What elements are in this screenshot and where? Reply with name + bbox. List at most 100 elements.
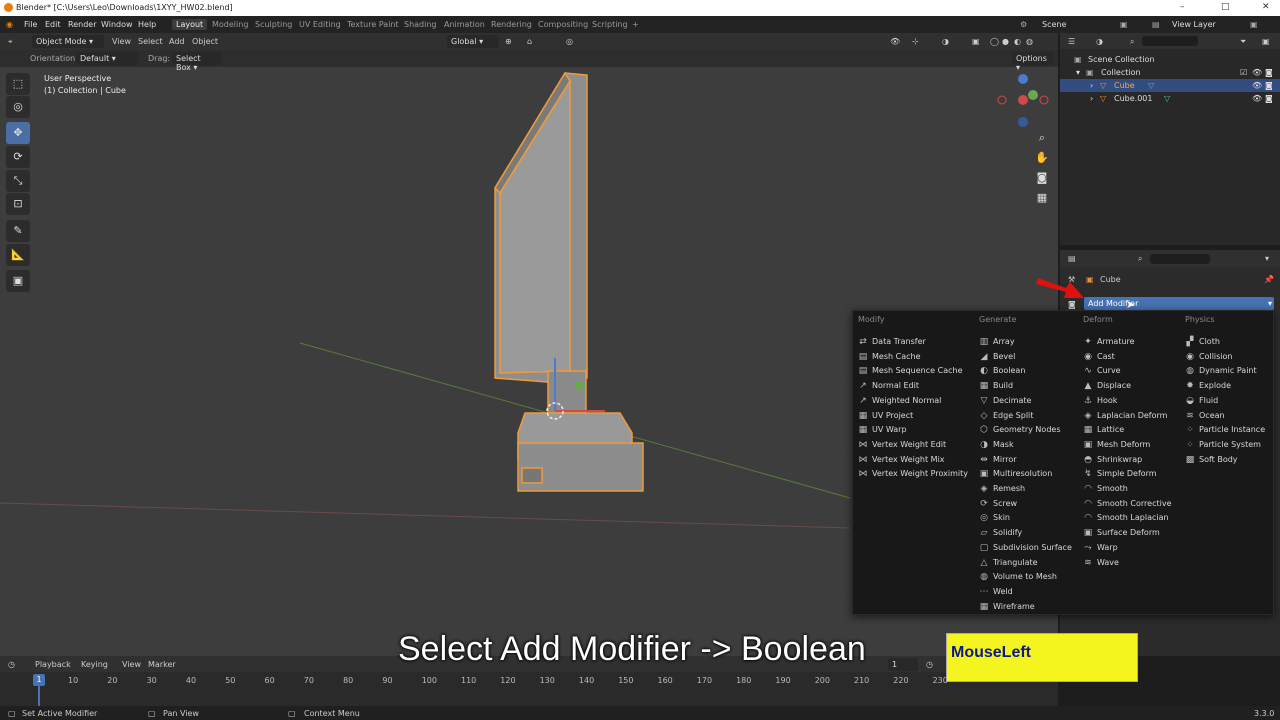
move-tool-icon[interactable]: ✥	[6, 122, 30, 144]
tab-modeling[interactable]: Modeling	[212, 20, 248, 29]
modifier-item-wave[interactable]: ≋ Wave	[1083, 557, 1183, 571]
modifier-item-boolean[interactable]: ◐ Boolean	[979, 365, 1079, 379]
menu-help[interactable]: Help	[138, 20, 156, 29]
outliner-editor-icon[interactable]: ☰	[1068, 37, 1075, 46]
menu-keying[interactable]: Keying	[81, 660, 108, 669]
modifier-item-dynamic-paint[interactable]: ◍ Dynamic Paint	[1185, 365, 1280, 379]
modifier-item-normal-edit[interactable]: ↗ Normal Edit	[858, 380, 958, 394]
proportional-edit-icon[interactable]: ◎	[566, 37, 573, 46]
tab-shading[interactable]: Shading	[404, 20, 437, 29]
modifier-item-uv-warp[interactable]: ▦ UV Warp	[858, 424, 958, 438]
annotate-tool-icon[interactable]: ✎	[6, 220, 30, 242]
modifier-item-edge-split[interactable]: ◇ Edge Split	[979, 410, 1079, 424]
properties-editor-icon[interactable]: ▤	[1068, 254, 1076, 263]
modifier-item-triangulate[interactable]: △ Triangulate	[979, 557, 1079, 571]
modifier-item-skin[interactable]: ◎ Skin	[979, 512, 1079, 526]
camera-icon[interactable]: ◙	[1032, 168, 1052, 188]
modifier-item-solidify[interactable]: ▱ Solidify	[979, 527, 1079, 541]
modifier-item-smooth-corrective[interactable]: ◠ Smooth Corrective	[1083, 498, 1183, 512]
search-icon[interactable]: ⌕	[1138, 254, 1142, 264]
shading-material-icon[interactable]: ◐	[1014, 37, 1021, 46]
modifier-item-wireframe[interactable]: ▦ Wireframe	[979, 601, 1079, 615]
modifier-item-remesh[interactable]: ◈ Remesh	[979, 483, 1079, 497]
editor-type-icon[interactable]: ⌖	[8, 37, 13, 47]
snap-icon[interactable]: ⌂	[527, 37, 532, 46]
modifier-item-particle-instance[interactable]: ⁘ Particle Instance	[1185, 424, 1280, 438]
modifier-item-soft-body[interactable]: ▩ Soft Body	[1185, 454, 1280, 468]
pin-icon[interactable]: 📌	[1264, 275, 1274, 284]
overlay-toggle-icon[interactable]: ◑	[942, 37, 949, 46]
menu-file[interactable]: File	[24, 20, 37, 29]
expand-arrow-icon[interactable]: ›	[1090, 94, 1093, 103]
tab-animation[interactable]: Animation	[444, 20, 485, 29]
modifier-item-cloth[interactable]: ▞ Cloth	[1185, 336, 1280, 350]
grid-ortho-icon[interactable]: ▦	[1032, 188, 1052, 208]
add-workspace-button[interactable]: +	[632, 20, 639, 29]
modifier-item-mesh-cache[interactable]: ▤ Mesh Cache	[858, 351, 958, 365]
tab-scripting[interactable]: Scripting	[592, 20, 628, 29]
menu-object[interactable]: Object	[192, 37, 218, 46]
modifier-item-uv-project[interactable]: ▦ UV Project	[858, 410, 958, 424]
modifier-item-weld[interactable]: ⋯ Weld	[979, 586, 1079, 600]
shading-solid-icon[interactable]: ●	[1002, 37, 1009, 46]
clock-icon[interactable]: ◷	[926, 660, 933, 669]
menu-playback[interactable]: Playback	[35, 660, 71, 669]
scene-name[interactable]: Scene	[1042, 20, 1066, 29]
select-box-tool-icon[interactable]: ⬚	[6, 73, 30, 95]
modifier-item-mesh-sequence-cache[interactable]: ▤ Mesh Sequence Cache	[858, 365, 963, 379]
modifier-item-geometry-nodes[interactable]: ⬡ Geometry Nodes	[979, 424, 1079, 438]
checkbox-icon[interactable]: ☑	[1240, 68, 1247, 77]
search-icon[interactable]: ⌕	[1130, 37, 1134, 47]
shading-wireframe-icon[interactable]: ◯	[990, 37, 999, 46]
timeline-editor-icon[interactable]: ◷	[8, 660, 15, 669]
modifier-item-array[interactable]: ▥ Array	[979, 336, 1079, 350]
modifier-item-volume-to-mesh[interactable]: ◍ Volume to Mesh	[979, 571, 1079, 585]
modifier-item-weighted-normal[interactable]: ↗ Weighted Normal	[858, 395, 958, 409]
tab-rendering[interactable]: Rendering	[491, 20, 532, 29]
new-scene-icon[interactable]: ▣	[1120, 20, 1128, 29]
outliner-row[interactable]: ▾ ▣ Collection ☑ 👁 ◙	[1060, 66, 1280, 79]
outliner-search-input[interactable]	[1142, 36, 1198, 46]
modifier-item-simple-deform[interactable]: ↯ Simple Deform	[1083, 468, 1183, 482]
modifier-item-vertex-weight-edit[interactable]: ⋈ Vertex Weight Edit	[858, 439, 958, 453]
playhead[interactable]: 1	[33, 674, 45, 686]
tab-layout[interactable]: Layout	[172, 19, 208, 30]
scale-tool-icon[interactable]: ⤡	[6, 170, 30, 192]
menu-marker[interactable]: Marker	[148, 660, 176, 669]
modifier-item-lattice[interactable]: ▦ Lattice	[1083, 424, 1183, 438]
modifier-item-mirror[interactable]: ⇹ Mirror	[979, 454, 1079, 468]
options-chevron-icon[interactable]: ▾	[1265, 254, 1269, 263]
menu-render[interactable]: Render	[68, 20, 96, 29]
properties-search-input[interactable]	[1150, 254, 1210, 264]
shading-rendered-icon[interactable]: ◍	[1026, 37, 1033, 46]
drag-dropdown[interactable]: Select Box ▾	[172, 52, 222, 72]
modifier-item-mesh-deform[interactable]: ▣ Mesh Deform	[1083, 439, 1183, 453]
pivot-icon[interactable]: ⊕	[505, 37, 512, 46]
modifier-item-laplacian-deform[interactable]: ◈ Laplacian Deform	[1083, 410, 1183, 424]
zoom-icon[interactable]: ⌕	[1032, 128, 1052, 148]
modifier-item-ocean[interactable]: ≋ Ocean	[1185, 410, 1280, 424]
visibility-icon[interactable]: 👁	[890, 37, 900, 46]
pan-hand-icon[interactable]: ✋	[1032, 148, 1052, 168]
expand-arrow-icon[interactable]: ›	[1090, 81, 1093, 90]
menu-select[interactable]: Select	[138, 37, 163, 46]
rotate-tool-icon[interactable]: ⟳	[6, 146, 30, 168]
outliner-row[interactable]: › ▽ Cube ▽ 👁 ◙	[1060, 79, 1280, 92]
menu-edit[interactable]: Edit	[45, 20, 61, 29]
modifier-item-armature[interactable]: ✦ Armature	[1083, 336, 1183, 350]
modifier-item-displace[interactable]: ▲ Displace	[1083, 380, 1183, 394]
modifier-item-subdivision-surface[interactable]: ▢ Subdivision Surface	[979, 542, 1079, 556]
eye-icon[interactable]: 👁	[1252, 94, 1262, 103]
modifier-item-decimate[interactable]: ▽ Decimate	[979, 395, 1079, 409]
modifier-item-fluid[interactable]: ◒ Fluid	[1185, 395, 1280, 409]
current-frame-field[interactable]: 1	[888, 658, 918, 671]
eye-icon[interactable]: 👁	[1252, 68, 1262, 77]
view-layer-name[interactable]: View Layer	[1172, 20, 1216, 29]
tab-texture-paint[interactable]: Texture Paint	[347, 20, 399, 29]
add-cube-tool-icon[interactable]: ▣	[6, 270, 30, 292]
menu-add[interactable]: Add	[169, 37, 185, 46]
tab-compositing[interactable]: Compositing	[538, 20, 588, 29]
modifier-item-particle-system[interactable]: ⁘ Particle System	[1185, 439, 1280, 453]
modifier-item-smooth[interactable]: ◠ Smooth	[1083, 483, 1183, 497]
transform-tool-icon[interactable]: ⊡	[6, 193, 30, 215]
